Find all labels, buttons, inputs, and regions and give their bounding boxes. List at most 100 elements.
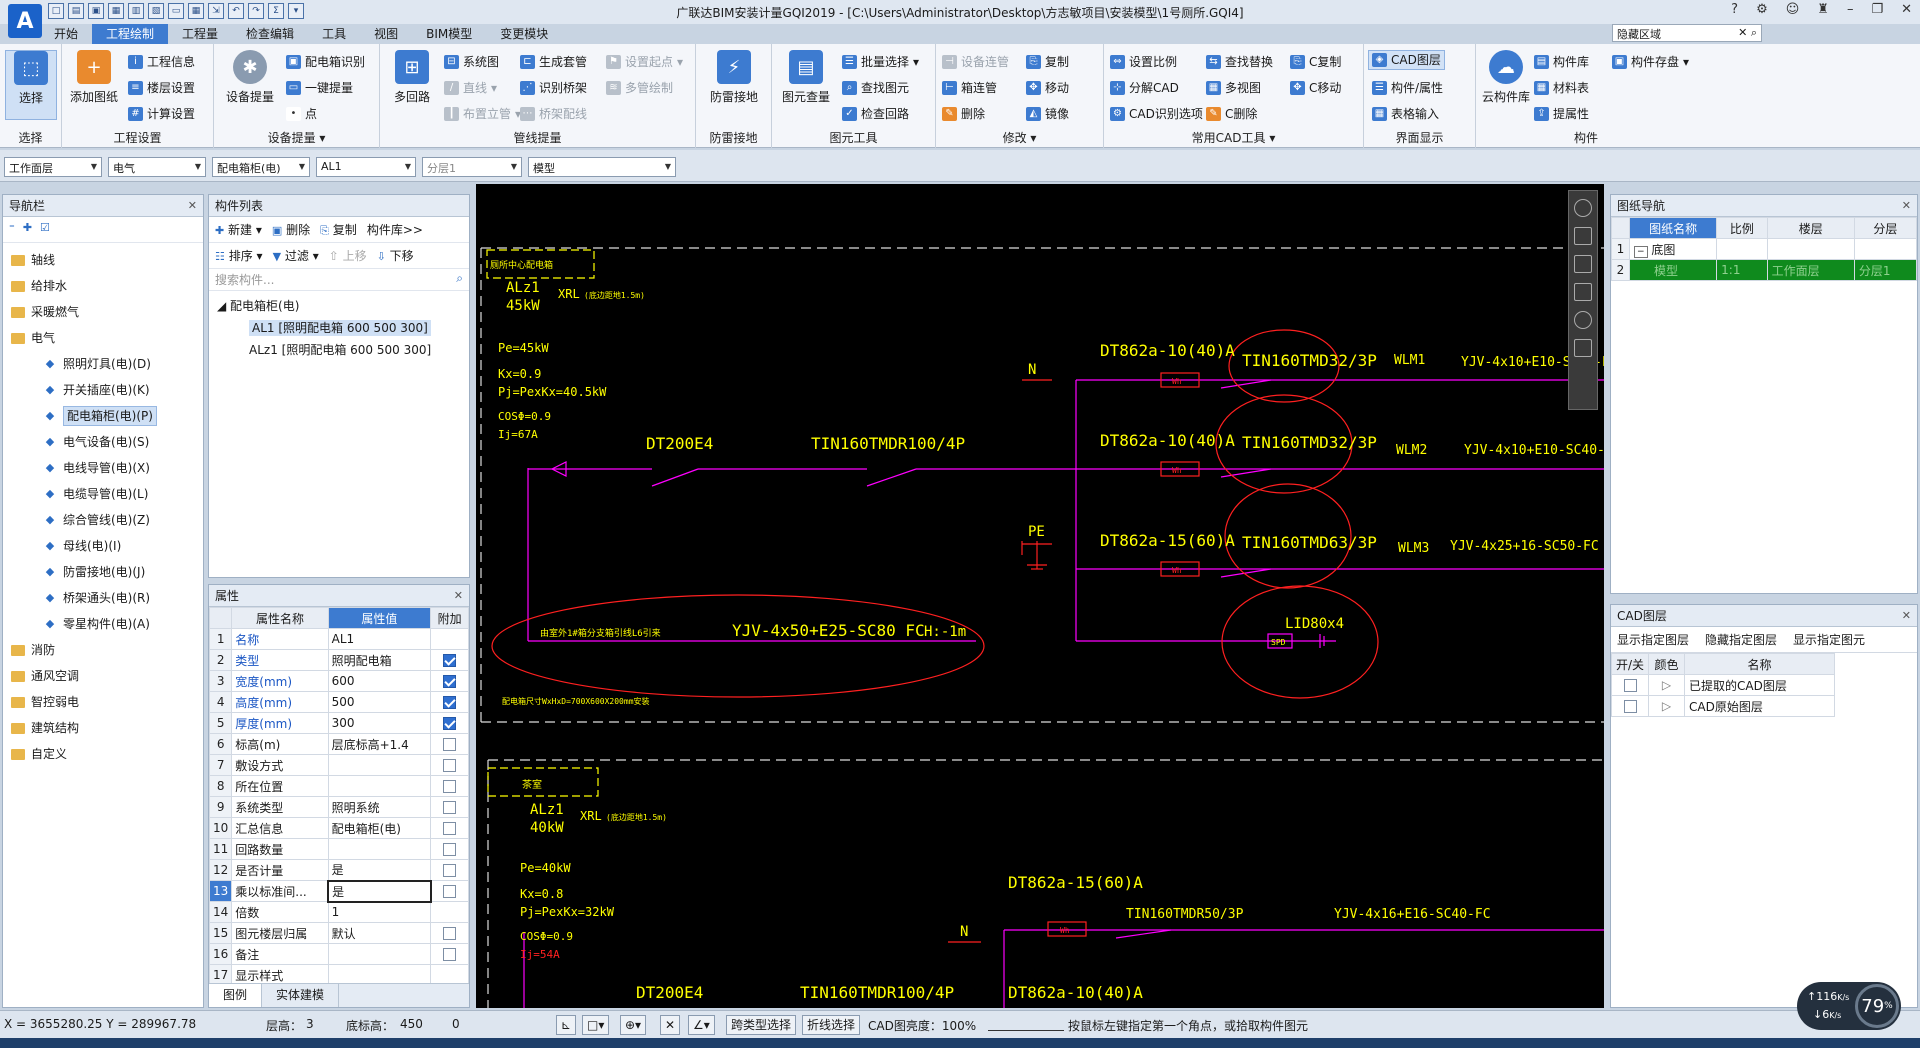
prop-row[interactable]: 8 所在位置	[209, 775, 469, 797]
c-delete-button[interactable]: ✎ C删除	[1206, 104, 1257, 124]
tab-6[interactable]: BIM模型	[412, 24, 486, 44]
screen-icon[interactable]: ▭	[168, 3, 184, 19]
comp-attr-button[interactable]: ☰ 构件/属性	[1372, 78, 1443, 98]
add-drawing-button[interactable]: + 添加图纸	[68, 50, 120, 105]
fold-select-button[interactable]: 折线选择	[802, 1015, 861, 1035]
copy-button[interactable]: ⎘ 复制	[1026, 52, 1069, 72]
cross-select-button[interactable]: 跨类型选择	[726, 1015, 797, 1035]
cad-drawing[interactable]: 厕所中心配电箱 ALz1 45kW XRL (底边距地1.5m) Pe=45kW…	[476, 184, 1604, 1008]
minimize-button[interactable]: –	[1847, 2, 1854, 17]
print-icon[interactable]: ▥	[128, 3, 144, 19]
extra-checkbox[interactable]	[443, 843, 457, 856]
nav-item[interactable]: 通风空调	[3, 663, 203, 689]
drawing-row[interactable]: 2 模型 1:1 工作面层 分层1	[1611, 259, 1918, 281]
prop-value[interactable]: 1	[327, 901, 432, 923]
nav-item[interactable]: 给排水	[3, 273, 203, 299]
user-icon[interactable]: ☺	[1786, 2, 1800, 17]
extra-checkbox[interactable]	[443, 696, 457, 709]
cad-canvas[interactable]: 厕所中心配电箱 ALz1 45kW XRL (底边距地1.5m) Pe=45kW…	[476, 184, 1604, 1008]
nav-item[interactable]: ◆ 桥架通头(电)(R)	[3, 585, 203, 611]
c-move-button[interactable]: ✥ C移动	[1290, 78, 1341, 98]
prop-row[interactable]: 11 回路数量	[209, 838, 469, 860]
prop-value[interactable]: 层底标高+1.4	[327, 733, 432, 755]
prop-row[interactable]: 15 图元楼层归属 默认	[209, 922, 469, 944]
nav-item[interactable]: 采暖燃气	[3, 299, 203, 325]
side-view-icon[interactable]	[1574, 283, 1592, 301]
one-key-button[interactable]: ▭ 一键提量	[286, 78, 353, 98]
open-file-icon[interactable]: ▤	[68, 3, 84, 19]
copy-comp-button[interactable]: ⎘ 复制	[320, 221, 357, 238]
prop-value[interactable]: 600	[327, 670, 432, 692]
tab-1[interactable]: 工程绘制	[92, 24, 169, 44]
nav-item[interactable]: ◆ 配电箱柜(电)(P)	[3, 403, 203, 429]
project-info-button[interactable]: i 工程信息	[128, 52, 195, 72]
search-icon[interactable]: ✕ ⌕	[1738, 26, 1757, 40]
nav-item[interactable]: ◆ 电线导管(电)(X)	[3, 455, 203, 481]
type-combo[interactable]: 配电箱柜(电) ▼	[212, 157, 310, 177]
prop-value[interactable]: 照明系统	[327, 796, 432, 818]
prop-row[interactable]: 9 系统类型 照明系统	[209, 796, 469, 818]
redo-icon[interactable]: ↷	[248, 3, 264, 19]
multi-view-button[interactable]: ▦ 多视图	[1206, 78, 1261, 98]
brightness-slider[interactable]	[988, 1017, 1064, 1031]
collapse-icon[interactable]: ⁼	[9, 221, 15, 238]
layer-toggle[interactable]	[1623, 700, 1637, 713]
close-button[interactable]: ✕	[1901, 2, 1912, 17]
nav-item[interactable]: 轴线	[3, 247, 203, 273]
find-element-button[interactable]: ⌕ 查找图元	[842, 78, 909, 98]
sum-icon[interactable]: Σ	[268, 3, 284, 19]
c-copy-button[interactable]: ⎘ C复制	[1290, 52, 1341, 72]
batch-select-button[interactable]: ☰ 批量选择 ▾	[842, 52, 919, 72]
settings-icon[interactable]: ⚙	[1756, 2, 1768, 17]
box-identify-button[interactable]: ▣ 配电箱识别	[286, 52, 365, 72]
comp-save-button[interactable]: ▣ 构件存盘 ▾	[1612, 52, 1689, 72]
set-scale-button[interactable]: ⇔ 设置比例	[1110, 52, 1177, 72]
cad-layer-button[interactable]: ◈ CAD图层	[1368, 50, 1445, 70]
grid-view-icon[interactable]	[1574, 339, 1592, 357]
prop-value[interactable]	[327, 943, 432, 965]
component-combo[interactable]: AL1 ▼	[316, 157, 416, 177]
extra-checkbox[interactable]	[443, 801, 457, 814]
undo-icon[interactable]: ↶	[228, 3, 244, 19]
cross-icon[interactable]: ✕	[660, 1015, 681, 1035]
layer-toggle[interactable]	[1623, 679, 1637, 692]
extra-checkbox[interactable]	[443, 927, 457, 940]
prop-value[interactable]: 照明配电箱	[327, 649, 432, 671]
help-icon[interactable]: ?	[1731, 2, 1738, 17]
split-cad-button[interactable]: ⊹ 分解CAD	[1110, 78, 1179, 98]
tab-3[interactable]: 检查编辑	[232, 24, 308, 44]
nav-item[interactable]: 电气	[3, 325, 203, 351]
search-icon[interactable]: ⌕	[456, 271, 463, 288]
tab-5[interactable]: 视图	[360, 24, 412, 44]
nav-item[interactable]: ◆ 母线(电)(I)	[3, 533, 203, 559]
nav-item[interactable]: 智控弱电	[3, 689, 203, 715]
device-qty-button[interactable]: ✱ 设备提量	[224, 50, 276, 105]
rotate-icon[interactable]	[1574, 311, 1592, 329]
point-button[interactable]: • 点	[286, 104, 317, 124]
layout-icon[interactable]: ▧	[148, 3, 164, 19]
select-button[interactable]: ⬚ 选择	[5, 50, 57, 120]
prop-row[interactable]: 5 厚度(mm) 300	[209, 712, 469, 734]
extract-attr-button[interactable]: ⇪ 提属性	[1534, 104, 1589, 124]
material-button[interactable]: ▦ 材料表	[1534, 78, 1589, 98]
layout-riser-button[interactable]: ┃ 布置立管 ▾	[444, 104, 521, 124]
drawing-row[interactable]: 1 − 底图	[1611, 238, 1918, 260]
layer-combo[interactable]: 分层1 ▼	[422, 157, 522, 177]
prop-row[interactable]: 2 类型 照明配电箱	[209, 649, 469, 671]
comp-lib-button[interactable]: ▤ 构件库	[1534, 52, 1589, 72]
extra-checkbox[interactable]	[443, 654, 457, 667]
angle-button[interactable]: ∠▾	[688, 1015, 715, 1035]
extra-checkbox[interactable]	[443, 864, 457, 877]
nav-item[interactable]: 自定义	[3, 741, 203, 767]
move-button[interactable]: ✥ 移动	[1026, 78, 1069, 98]
extra-checkbox[interactable]	[443, 780, 457, 793]
sort-button[interactable]: ☷ 排序 ▾	[215, 247, 263, 264]
nav-item[interactable]: 建筑结构	[3, 715, 203, 741]
prop-row[interactable]: 4 高度(mm) 500	[209, 691, 469, 713]
prop-value[interactable]: AL1	[327, 628, 432, 650]
expand-icon[interactable]: ▷	[1648, 695, 1686, 717]
group-label-device[interactable]: 设备提量 ▾	[214, 129, 379, 146]
snap-button[interactable]: □▾	[582, 1015, 610, 1035]
system-diagram-button[interactable]: ⊟ 系统图	[444, 52, 499, 72]
prop-value[interactable]: 是	[327, 859, 432, 881]
